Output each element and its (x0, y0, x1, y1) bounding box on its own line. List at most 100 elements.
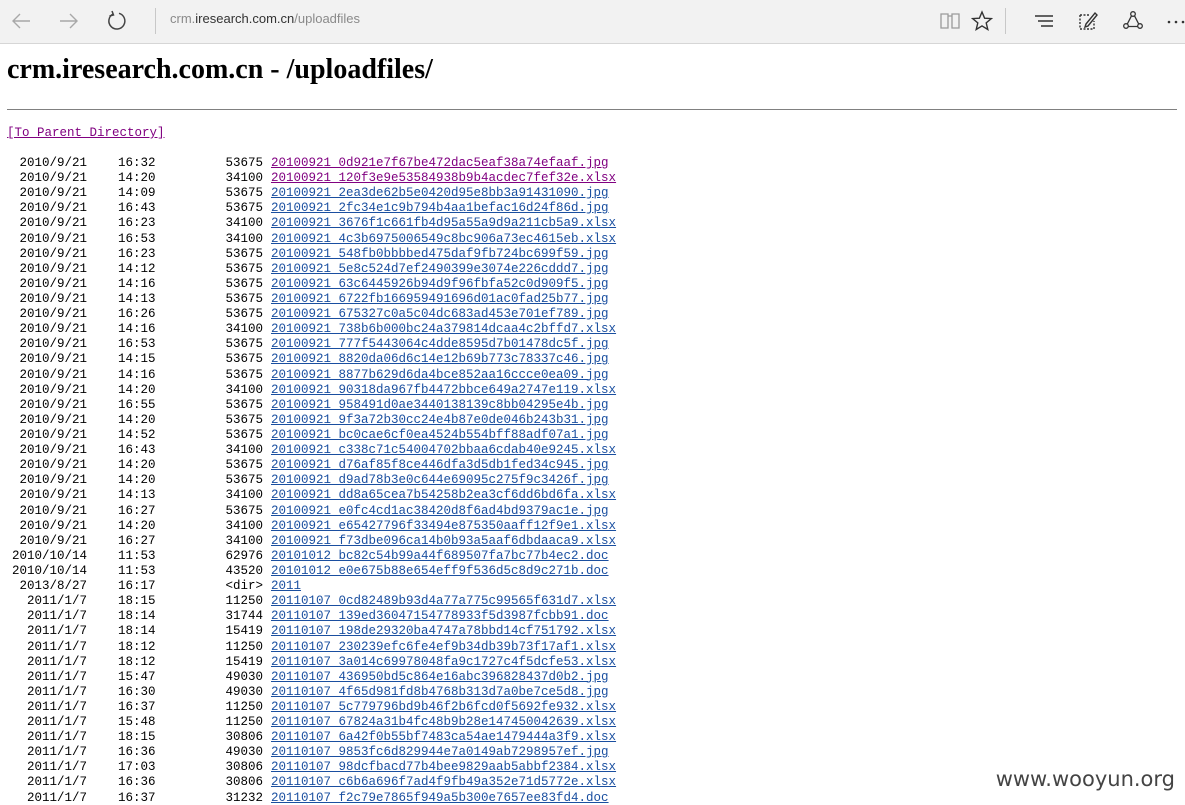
file-link[interactable]: 20110107_139ed36047154778933f5d3987fcbb9… (271, 609, 609, 624)
file-link[interactable]: 20100921_9f3a72b30cc24e4b87e0de046b243b3… (271, 413, 609, 428)
file-link[interactable]: 20110107_230239efc6fe4ef9b34db39b73f17af… (271, 640, 616, 655)
file-time: 16:36 (118, 775, 156, 790)
listing-row: 2010/9/21 14:20 53675 20100921_9f3a72b30cc2… (7, 413, 807, 428)
file-date: 2013/8/27 (19, 579, 87, 594)
more-icon (1167, 20, 1185, 24)
file-link[interactable]: 20110107_98dcfbacd77b4bee9829aab5abbf238… (271, 760, 616, 775)
file-link[interactable]: 20100921_675327c0a5c04dc683ad453e701ef78… (271, 307, 609, 322)
file-link[interactable]: 20100921_777f5443064c4dde8595d7b01478dc5… (271, 337, 609, 352)
file-link[interactable]: 20100921_0d921e7f67be472dac5eaf38a74efaa… (271, 156, 609, 171)
forward-icon (60, 13, 78, 29)
listing-row: 2011/1/7 16:37 11250 20110107_5c779796bd9b4… (7, 700, 807, 715)
file-link[interactable]: 20100921_958491d0ae3440138139c8bb04295e4… (271, 398, 609, 413)
file-link[interactable]: 20100921_63c6445926b94d9f96fbfa52c0d909f… (271, 277, 609, 292)
file-link[interactable]: 20110107_9853fc6d829944e7a0149ab7298957e… (271, 745, 609, 760)
file-date: 2010/10/14 (11, 548, 87, 563)
file-date: 2010/9/21 (19, 231, 87, 246)
file-link[interactable]: 20110107_c6b6a696f7ad4f9fb49a352e71d5772… (271, 775, 616, 790)
file-date: 2010/9/21 (19, 291, 87, 306)
favorite-button[interactable] (966, 6, 998, 36)
file-link[interactable]: 20100921_738b6b000bc24a379814dcaa4c2bffd… (271, 322, 616, 337)
file-date: 2010/9/21 (19, 367, 87, 382)
back-button[interactable] (5, 6, 37, 36)
parent-directory-link[interactable]: [To Parent Directory] (7, 126, 165, 140)
file-link[interactable]: 20101012_bc82c54b99a44f689507fa7bc77b4ec… (271, 549, 609, 564)
file-link[interactable]: 20100921_548fb0bbbbed475daf9fb724bc699f5… (271, 247, 609, 262)
file-size: 34100 (225, 171, 263, 186)
file-link[interactable]: 20100921_5e8c524d7ef2490399e3074e226cddd… (271, 262, 609, 277)
listing-row: 2011/1/7 17:03 30806 20110107_98dcfbacd77b4… (7, 760, 807, 775)
file-link[interactable]: 20100921_4c3b6975006549c8bc906a73ec4615e… (271, 232, 616, 247)
listing-row: 2011/1/7 16:30 49030 20110107_4f65d981fd8b4… (7, 685, 807, 700)
listing-row: 2010/9/21 16:53 53675 20100921_777f5443064c… (7, 337, 807, 352)
file-link[interactable]: 20100921_120f3e9e53584938b9b4acdec7fef32… (271, 171, 616, 186)
listing-row: 2010/9/21 16:53 34100 20100921_4c3b69750065… (7, 232, 807, 247)
file-link[interactable]: 20100921_6722fb166959491696d01ac0fad25b7… (271, 292, 609, 307)
web-note-button[interactable] (1072, 6, 1104, 36)
file-time: 14:20 (118, 382, 156, 397)
listing-row: 2010/9/21 16:27 34100 20100921_f73dbe096ca1… (7, 534, 807, 549)
listing-row: 2010/9/21 14:13 53675 20100921_6722fb166959… (7, 292, 807, 307)
hub-button[interactable] (1028, 6, 1060, 36)
file-link[interactable]: 20110107_6a42f0b55bf7483ca54ae1479444a3f… (271, 730, 616, 745)
file-size: 53675 (225, 458, 263, 473)
file-link[interactable]: 20110107_f2c79e7865f949a5b300e7657ee83fd… (271, 791, 609, 805)
file-size: 34100 (225, 443, 263, 458)
file-link[interactable]: 20100921_8877b629d6da4bce852aa16ccce0ea0… (271, 368, 609, 383)
file-date: 2010/9/21 (19, 201, 87, 216)
file-date: 2010/9/21 (19, 322, 87, 337)
listing-row: 2011/1/7 18:12 11250 20110107_230239efc6fe4… (7, 640, 807, 655)
file-link[interactable]: 2011 (271, 579, 301, 594)
more-button[interactable] (1160, 6, 1185, 36)
file-size: 34100 (225, 231, 263, 246)
file-link[interactable]: 20101012_e0e675b88e654eff9f536d5c8d9c271… (271, 564, 609, 579)
file-link[interactable]: 20110107_4f65d981fd8b4768b313d7a0be7ce5d… (271, 685, 609, 700)
file-time: 14:20 (118, 171, 156, 186)
refresh-button[interactable] (101, 6, 133, 36)
forward-button[interactable] (53, 6, 85, 36)
file-size: 53675 (225, 261, 263, 276)
file-link[interactable]: 20100921_2fc34e1c9b794b4aa1befac16d24f86… (271, 201, 609, 216)
file-size: 53675 (225, 412, 263, 427)
file-link[interactable]: 20100921_e0fc4cd1ac38420d8f6ad4bd9379ac1… (271, 504, 609, 519)
file-link[interactable]: 20100921_3676f1c661fb4d95a55a9d9a211cb5a… (271, 216, 616, 231)
file-size: 53675 (225, 503, 263, 518)
share-button[interactable] (1117, 6, 1149, 36)
file-link[interactable]: 20110107_5c779796bd9b46f2b6fcd0f5692fe93… (271, 700, 616, 715)
file-link[interactable]: 20100921_c338c71c54004702bbaa6cdab40e924… (271, 443, 616, 458)
file-size: 53675 (225, 473, 263, 488)
file-link[interactable]: 20110107_436950bd5c864e16abc396828437d0b… (271, 670, 609, 685)
file-time: 18:12 (118, 639, 156, 654)
file-link[interactable]: 20100921_bc0cae6cf0ea4524b554bff88adf07a… (271, 428, 609, 443)
file-size: 53675 (225, 352, 263, 367)
file-date: 2010/9/21 (19, 186, 87, 201)
file-link[interactable]: 20100921_e65427796f33494e875350aaff12f9e… (271, 519, 616, 534)
file-date: 2010/9/21 (19, 337, 87, 352)
file-link[interactable]: 20100921_2ea3de62b5e0420d95e8bb3a9143109… (271, 186, 609, 201)
file-size: 31232 (225, 790, 263, 805)
file-size: 53675 (225, 307, 263, 322)
file-date: 2010/9/21 (19, 171, 87, 186)
divider (7, 109, 1177, 110)
file-time: 14:12 (118, 261, 156, 276)
file-time: 15:48 (118, 715, 156, 730)
file-time: 14:16 (118, 322, 156, 337)
file-size: 49030 (225, 745, 263, 760)
file-link[interactable]: 20110107_0cd82489b93d4a77a775c99565f631d… (271, 594, 616, 609)
file-link[interactable]: 20100921_90318da967fb4472bbce649a2747e11… (271, 383, 616, 398)
file-date: 2011/1/7 (26, 760, 87, 775)
listing-row: 2010/10/14 11:53 43520 20101012_e0e675b88e6… (7, 564, 807, 579)
file-size: 11250 (225, 715, 263, 730)
file-link[interactable]: 20100921_d76af85f8ce446dfa3d5db1fed34c94… (271, 458, 609, 473)
reading-view-button[interactable] (934, 6, 966, 36)
file-link[interactable]: 20100921_8820da06d6c14e12b69b773c78337c4… (271, 352, 609, 367)
file-link[interactable]: 20100921_d9ad78b3e0c644e69095c275f9c3426… (271, 473, 609, 488)
address-bar[interactable]: crm.iresearch.com.cn/uploadfiles (170, 11, 360, 29)
file-link[interactable]: 20110107_67824a31b4fc48b9b28e14745004263… (271, 715, 616, 730)
listing-row: 2011/1/7 18:14 31744 20110107_139ed36047154… (7, 609, 807, 624)
file-link[interactable]: 20100921_f73dbe096ca14b0b93a5aaf6dbdaaca… (271, 534, 616, 549)
file-link[interactable]: 20110107_198de29320ba4747a78bbd14cf75179… (271, 624, 616, 639)
page-content: crm.iresearch.com.cn - /uploadfiles/ [To… (0, 44, 1185, 805)
file-link[interactable]: 20110107_3a014c69978048fa9c1727c4f5dcfe5… (271, 655, 616, 670)
file-link[interactable]: 20100921_dd8a65cea7b54258b2ea3cf6dd6bd6f… (271, 488, 616, 503)
